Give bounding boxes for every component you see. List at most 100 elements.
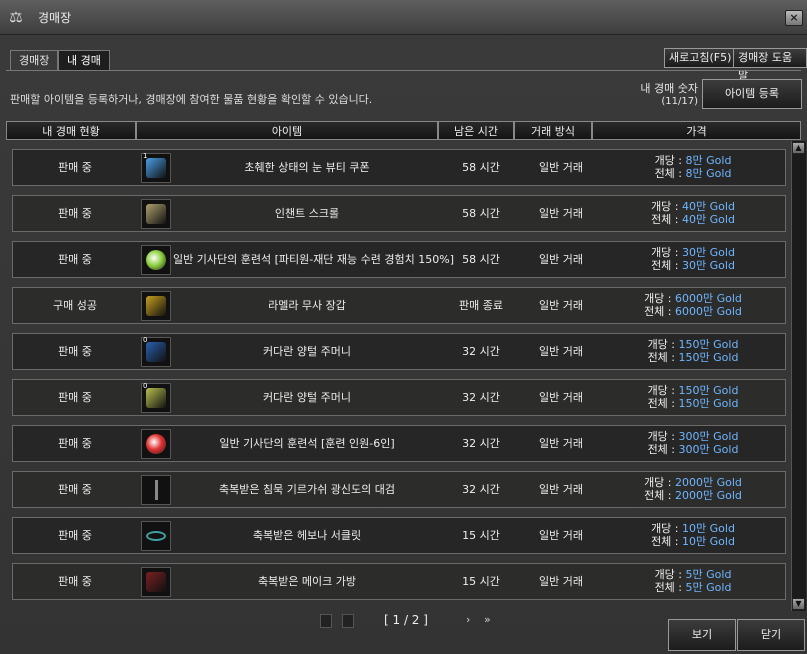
- item-name: 라멜라 무사 장갑: [268, 299, 346, 312]
- table-row[interactable]: 판매 중 0 커다란 양털 주머니 32 시간 일반 거래 개당 : 150만 Gold 전…: [12, 333, 786, 370]
- remaining-time: 58 시간: [462, 161, 500, 174]
- total-price-line: 전체 : 150만 Gold: [601, 397, 785, 410]
- trade-method: 일반 거래: [539, 529, 583, 542]
- price-cell: 개당 : 40만 Gold 전체 : 40만 Gold: [601, 200, 785, 228]
- circlet-icon[interactable]: [141, 521, 171, 551]
- refresh-button[interactable]: 새로고침(F5): [664, 48, 737, 68]
- table-row[interactable]: 판매 중 인챈트 스크롤 58 시간 일반 거래 개당 : 40만 Gold 전체 : 4…: [12, 195, 786, 232]
- register-item-button[interactable]: 아이템 등록: [702, 79, 802, 109]
- item-name: 축복받은 침묵 기르가쉬 광신도의 대검: [219, 483, 395, 496]
- total-price-label: 전체 :: [651, 213, 683, 226]
- blue-pouch-icon[interactable]: 0: [141, 336, 171, 367]
- unit-price: 40만 Gold: [682, 200, 735, 213]
- yellow-pouch-icon[interactable]: 0: [141, 382, 171, 413]
- item-art: [146, 531, 166, 541]
- tab-auction[interactable]: 경매장: [10, 50, 59, 71]
- bag-icon[interactable]: [141, 567, 171, 597]
- pager-next-icon[interactable]: ›: [466, 613, 470, 626]
- table-row[interactable]: 판매 중 1 초췌한 상태의 눈 뷰티 쿠폰 58 시간 일반 거래 개당 : 8만 Go…: [12, 149, 786, 186]
- price-cell: 개당 : 5만 Gold 전체 : 5만 Gold: [601, 568, 785, 596]
- unit-price: 10만 Gold: [682, 522, 735, 535]
- remaining-time: 32 시간: [462, 345, 500, 358]
- unit-price: 150만 Gold: [678, 384, 739, 397]
- title-bar[interactable]: ⚖ 경매장 ×: [0, 0, 807, 35]
- scroll-up-icon[interactable]: ▲: [792, 142, 805, 154]
- table-row[interactable]: 판매 중 축복받은 침묵 기르가쉬 광신도의 대검 32 시간 일반 거래 개당 : 2…: [12, 471, 786, 508]
- unit-price-label: 개당 :: [647, 338, 679, 351]
- total-price-line: 전체 : 150만 Gold: [601, 351, 785, 364]
- green-orb-icon[interactable]: [141, 245, 171, 275]
- remaining-time: 15 시간: [462, 575, 500, 588]
- pager-text: [ 1 / 2 ]: [384, 613, 428, 627]
- trade-method: 일반 거래: [539, 391, 583, 404]
- row-status: 판매 중: [58, 437, 92, 450]
- item-art: [146, 572, 166, 592]
- unit-price-line: 개당 : 30만 Gold: [601, 246, 785, 259]
- unit-price: 8만 Gold: [685, 154, 732, 167]
- remaining-time: 32 시간: [462, 437, 500, 450]
- trade-method: 일반 거래: [539, 161, 583, 174]
- column-time: 남은 시간: [438, 121, 514, 140]
- remaining-time: 58 시간: [462, 207, 500, 220]
- unit-price: 300만 Gold: [678, 430, 739, 443]
- unit-price-label: 개당 :: [651, 522, 683, 535]
- description-text: 판매할 아이템을 등록하거나, 경매장에 참여한 물품 현황을 확인할 수 있습…: [10, 93, 373, 106]
- table-row[interactable]: 판매 중 일반 기사단의 훈련석 [파티원-재단 재능 수련 경험치 150%] 5…: [12, 241, 786, 278]
- unit-price-label: 개당 :: [647, 430, 679, 443]
- total-price-line: 전체 : 40만 Gold: [601, 213, 785, 226]
- help-button[interactable]: 경매장 도움말: [733, 48, 807, 82]
- coupon-icon[interactable]: 1: [141, 152, 171, 183]
- tab-my-auction[interactable]: 내 경매: [58, 50, 110, 71]
- total-price: 150만 Gold: [678, 397, 739, 410]
- total-price-label: 전체 :: [647, 351, 679, 364]
- table-row[interactable]: 판매 중 0 커다란 양털 주머니 32 시간 일반 거래 개당 : 150만 Gold 전…: [12, 379, 786, 416]
- unit-price-line: 개당 : 40만 Gold: [601, 200, 785, 213]
- trade-method: 일반 거래: [539, 437, 583, 450]
- row-status: 판매 중: [58, 529, 92, 542]
- scrollbar[interactable]: ▲ ▼: [791, 141, 806, 611]
- close-icon[interactable]: ×: [785, 10, 803, 26]
- pager-prev-icon[interactable]: [342, 614, 354, 628]
- total-price-line: 전체 : 5만 Gold: [601, 581, 785, 594]
- unit-price-line: 개당 : 5만 Gold: [601, 568, 785, 581]
- trade-method: 일반 거래: [539, 207, 583, 220]
- pager-last-icon[interactable]: »: [484, 613, 491, 626]
- gloves-icon[interactable]: [141, 291, 171, 321]
- item-name: 커다란 양털 주머니: [263, 391, 351, 404]
- total-price-line: 전체 : 6000만 Gold: [601, 305, 785, 318]
- pager-first-icon[interactable]: [320, 614, 332, 628]
- item-name: 일반 기사단의 훈련석 [훈련 인원-6인]: [219, 437, 395, 450]
- price-cell: 개당 : 10만 Gold 전체 : 10만 Gold: [601, 522, 785, 550]
- scroll-icon[interactable]: [141, 199, 171, 229]
- total-price-line: 전체 : 2000만 Gold: [601, 489, 785, 502]
- unit-price-label: 개당 :: [644, 476, 676, 489]
- close-button[interactable]: 닫기: [737, 619, 805, 651]
- auction-list: 판매 중 1 초췌한 상태의 눈 뷰티 쿠폰 58 시간 일반 거래 개당 : 8만 Go…: [6, 141, 790, 611]
- total-price-label: 전체 :: [647, 397, 679, 410]
- total-price-label: 전체 :: [651, 259, 683, 272]
- row-status: 판매 중: [58, 161, 92, 174]
- price-cell: 개당 : 8만 Gold 전체 : 8만 Gold: [601, 154, 785, 182]
- table-row[interactable]: 구매 성공 라멜라 무사 장갑 판매 종료 일반 거래 개당 : 6000만 Gold 전…: [12, 287, 786, 324]
- scroll-down-icon[interactable]: ▼: [792, 598, 805, 610]
- scale-icon: ⚖: [9, 8, 23, 26]
- sword-icon[interactable]: [141, 475, 171, 505]
- total-price-line: 전체 : 300만 Gold: [601, 443, 785, 456]
- table-row[interactable]: 판매 중 일반 기사단의 훈련석 [훈련 인원-6인] 32 시간 일반 거래 개당 :…: [12, 425, 786, 462]
- unit-price-line: 개당 : 150만 Gold: [601, 384, 785, 397]
- total-price: 8만 Gold: [685, 167, 732, 180]
- table-header: 내 경매 현황 아이템 남은 시간 거래 방식 가격: [6, 121, 801, 140]
- view-button[interactable]: 보기: [668, 619, 736, 651]
- remaining-time: 32 시간: [462, 391, 500, 404]
- column-status: 내 경매 현황: [6, 121, 136, 140]
- window-title: 경매장: [38, 11, 72, 25]
- table-row[interactable]: 판매 중 축복받은 헤보나 서클릿 15 시간 일반 거래 개당 : 10만 Gold 전…: [12, 517, 786, 554]
- red-orb-icon[interactable]: [141, 429, 171, 459]
- total-price: 5만 Gold: [685, 581, 732, 594]
- remaining-time: 58 시간: [462, 253, 500, 266]
- unit-price-label: 개당 :: [644, 292, 676, 305]
- table-row[interactable]: 판매 중 축복받은 메이크 가방 15 시간 일반 거래 개당 : 5만 Gold 전체 …: [12, 563, 786, 600]
- remaining-time: 32 시간: [462, 483, 500, 496]
- tab-divider: [6, 70, 801, 71]
- column-item: 아이템: [136, 121, 438, 140]
